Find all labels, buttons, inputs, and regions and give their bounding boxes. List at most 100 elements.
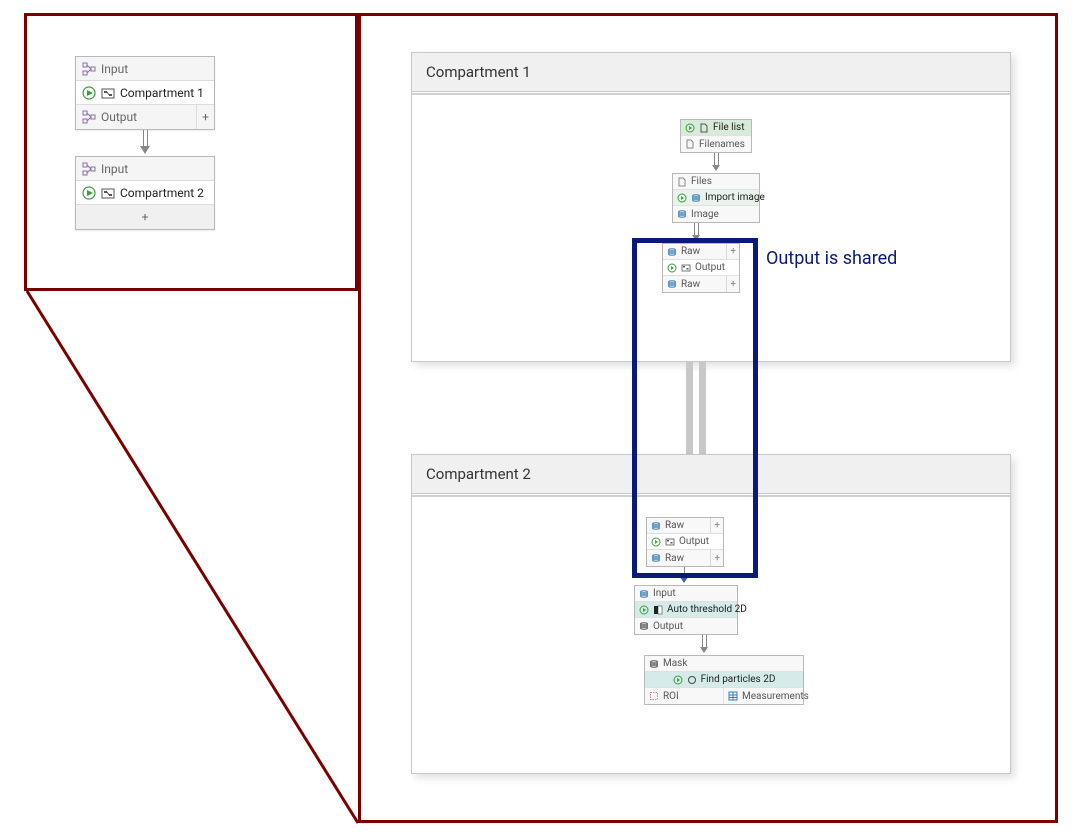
compartment1-panel: Compartment 1 File list (411, 52, 1011, 362)
node-main-row[interactable]: Compartment 1 (76, 81, 214, 105)
input-label: Input (101, 162, 128, 176)
node-input-slot: Raw + (647, 518, 723, 534)
output-label: Output (101, 110, 137, 124)
file-list-node[interactable]: File list Filenames (680, 119, 752, 153)
stack-icon (691, 193, 701, 203)
panel-connector-line (699, 362, 706, 454)
node-title-row[interactable]: Import image (673, 190, 759, 206)
left-pipeline-frame: Input Compartment 1 Output + Input (24, 13, 358, 291)
folder-graph-icon (665, 537, 675, 547)
add-output-button[interactable]: + (710, 550, 723, 566)
play-icon[interactable] (673, 675, 683, 685)
node-title: Output (679, 536, 709, 547)
compartment2-panel: Compartment 2 Raw + (411, 454, 1011, 774)
node-title: Auto threshold 2D (667, 604, 747, 615)
node-input-slot: Input (76, 157, 214, 181)
circle-icon (687, 675, 697, 685)
stack-icon (639, 589, 649, 599)
input-label: Input (653, 588, 676, 599)
arrow-down-icon (700, 647, 708, 653)
node-output-slot: Output (635, 618, 737, 634)
input-label: Raw (681, 246, 700, 257)
play-icon[interactable] (82, 86, 96, 100)
panel-header: Compartment 1 (412, 53, 1010, 92)
node-title-row[interactable]: File list (681, 120, 751, 136)
output-node-c2[interactable]: Raw + Output Raw + (646, 517, 724, 567)
play-icon[interactable] (651, 537, 661, 547)
play-icon[interactable] (685, 123, 695, 133)
arrow-down-icon (692, 235, 700, 241)
add-output-button[interactable]: + (196, 105, 214, 129)
graph-icon (82, 110, 96, 124)
file-icon (677, 177, 687, 187)
play-icon[interactable] (667, 263, 677, 273)
panel-header: Compartment 2 (412, 455, 1010, 494)
node-input-slot: Input (76, 57, 214, 81)
node-main-row[interactable]: Compartment 2 (76, 181, 214, 205)
add-input-button[interactable]: + (726, 244, 739, 259)
node-input-slot: Raw + (663, 244, 739, 260)
node-title: Compartment 2 (120, 186, 204, 200)
play-icon[interactable] (677, 193, 687, 203)
input-label: Raw (665, 520, 684, 531)
stack-icon (649, 659, 659, 669)
add-input-button[interactable]: + (710, 518, 723, 533)
folder-graph-icon (681, 263, 691, 273)
file-icon (685, 139, 695, 149)
input-label: Input (101, 62, 128, 76)
panel-connector-line (686, 362, 693, 454)
node-title: Output (695, 262, 725, 273)
node-output-slot: Image (673, 206, 759, 222)
annotation-text: Output is shared (766, 248, 897, 269)
auto-threshold-node[interactable]: Input Auto threshold 2D Output (634, 585, 738, 635)
input-label: Mask (663, 658, 687, 669)
play-icon[interactable] (82, 186, 96, 200)
node-input-slot: Mask (645, 656, 803, 672)
node-output-slot: Raw + (663, 276, 739, 292)
node-title-row[interactable]: Output (647, 534, 723, 550)
node-input-slot: Files (673, 174, 759, 190)
node-title-row[interactable]: Output (663, 260, 739, 276)
node-output-slot: Output + (76, 105, 214, 129)
stack-icon (651, 521, 661, 531)
stack-icon (667, 279, 677, 289)
node-title: Compartment 1 (120, 86, 204, 100)
compartment1-node[interactable]: Input Compartment 1 Output + (75, 56, 215, 130)
output-label: Raw (681, 279, 700, 290)
node-title-row[interactable]: Auto threshold 2D (635, 602, 737, 618)
node-outputs-row: ROI Measurements (645, 688, 803, 704)
input-label: Files (691, 176, 712, 187)
connector-line (143, 130, 148, 146)
stack-icon (651, 553, 661, 563)
roi-icon (649, 691, 659, 701)
panel-title: Compartment 2 (426, 465, 531, 483)
stack-icon (639, 621, 649, 631)
play-icon[interactable] (639, 605, 649, 615)
threshold-icon (653, 605, 663, 615)
output-label: Filenames (699, 139, 745, 150)
stack-icon (677, 209, 687, 219)
add-output-button[interactable]: + (726, 276, 739, 292)
find-particles-node[interactable]: Mask Find particles 2D (644, 655, 804, 705)
compartment2-node[interactable]: Input Compartment 2 + (75, 156, 215, 230)
node-output-slot: Raw + (647, 550, 723, 566)
right-detail-frame: Compartment 1 File list (358, 13, 1058, 823)
folder-graph-icon (101, 86, 115, 100)
node-title: File list (713, 122, 744, 133)
output-node[interactable]: Raw + Output Raw + (662, 243, 740, 293)
panel-title: Compartment 1 (426, 63, 531, 81)
output-label: Image (691, 209, 719, 220)
output-label-1: ROI (663, 691, 679, 702)
output-label: Output (653, 621, 683, 632)
node-title-row[interactable]: Find particles 2D (645, 672, 803, 688)
arrow-down-icon (680, 577, 688, 583)
stack-icon (667, 247, 677, 257)
add-slot-button[interactable]: + (76, 205, 214, 229)
arrow-down-icon (140, 146, 150, 154)
import-image-node[interactable]: Files Import image Image (672, 173, 760, 223)
node-title: Import image (705, 192, 765, 203)
node-output-slot: Filenames (681, 136, 751, 152)
table-icon (728, 691, 738, 701)
graph-icon (82, 62, 96, 76)
output-label-2: Measurements (742, 691, 809, 702)
